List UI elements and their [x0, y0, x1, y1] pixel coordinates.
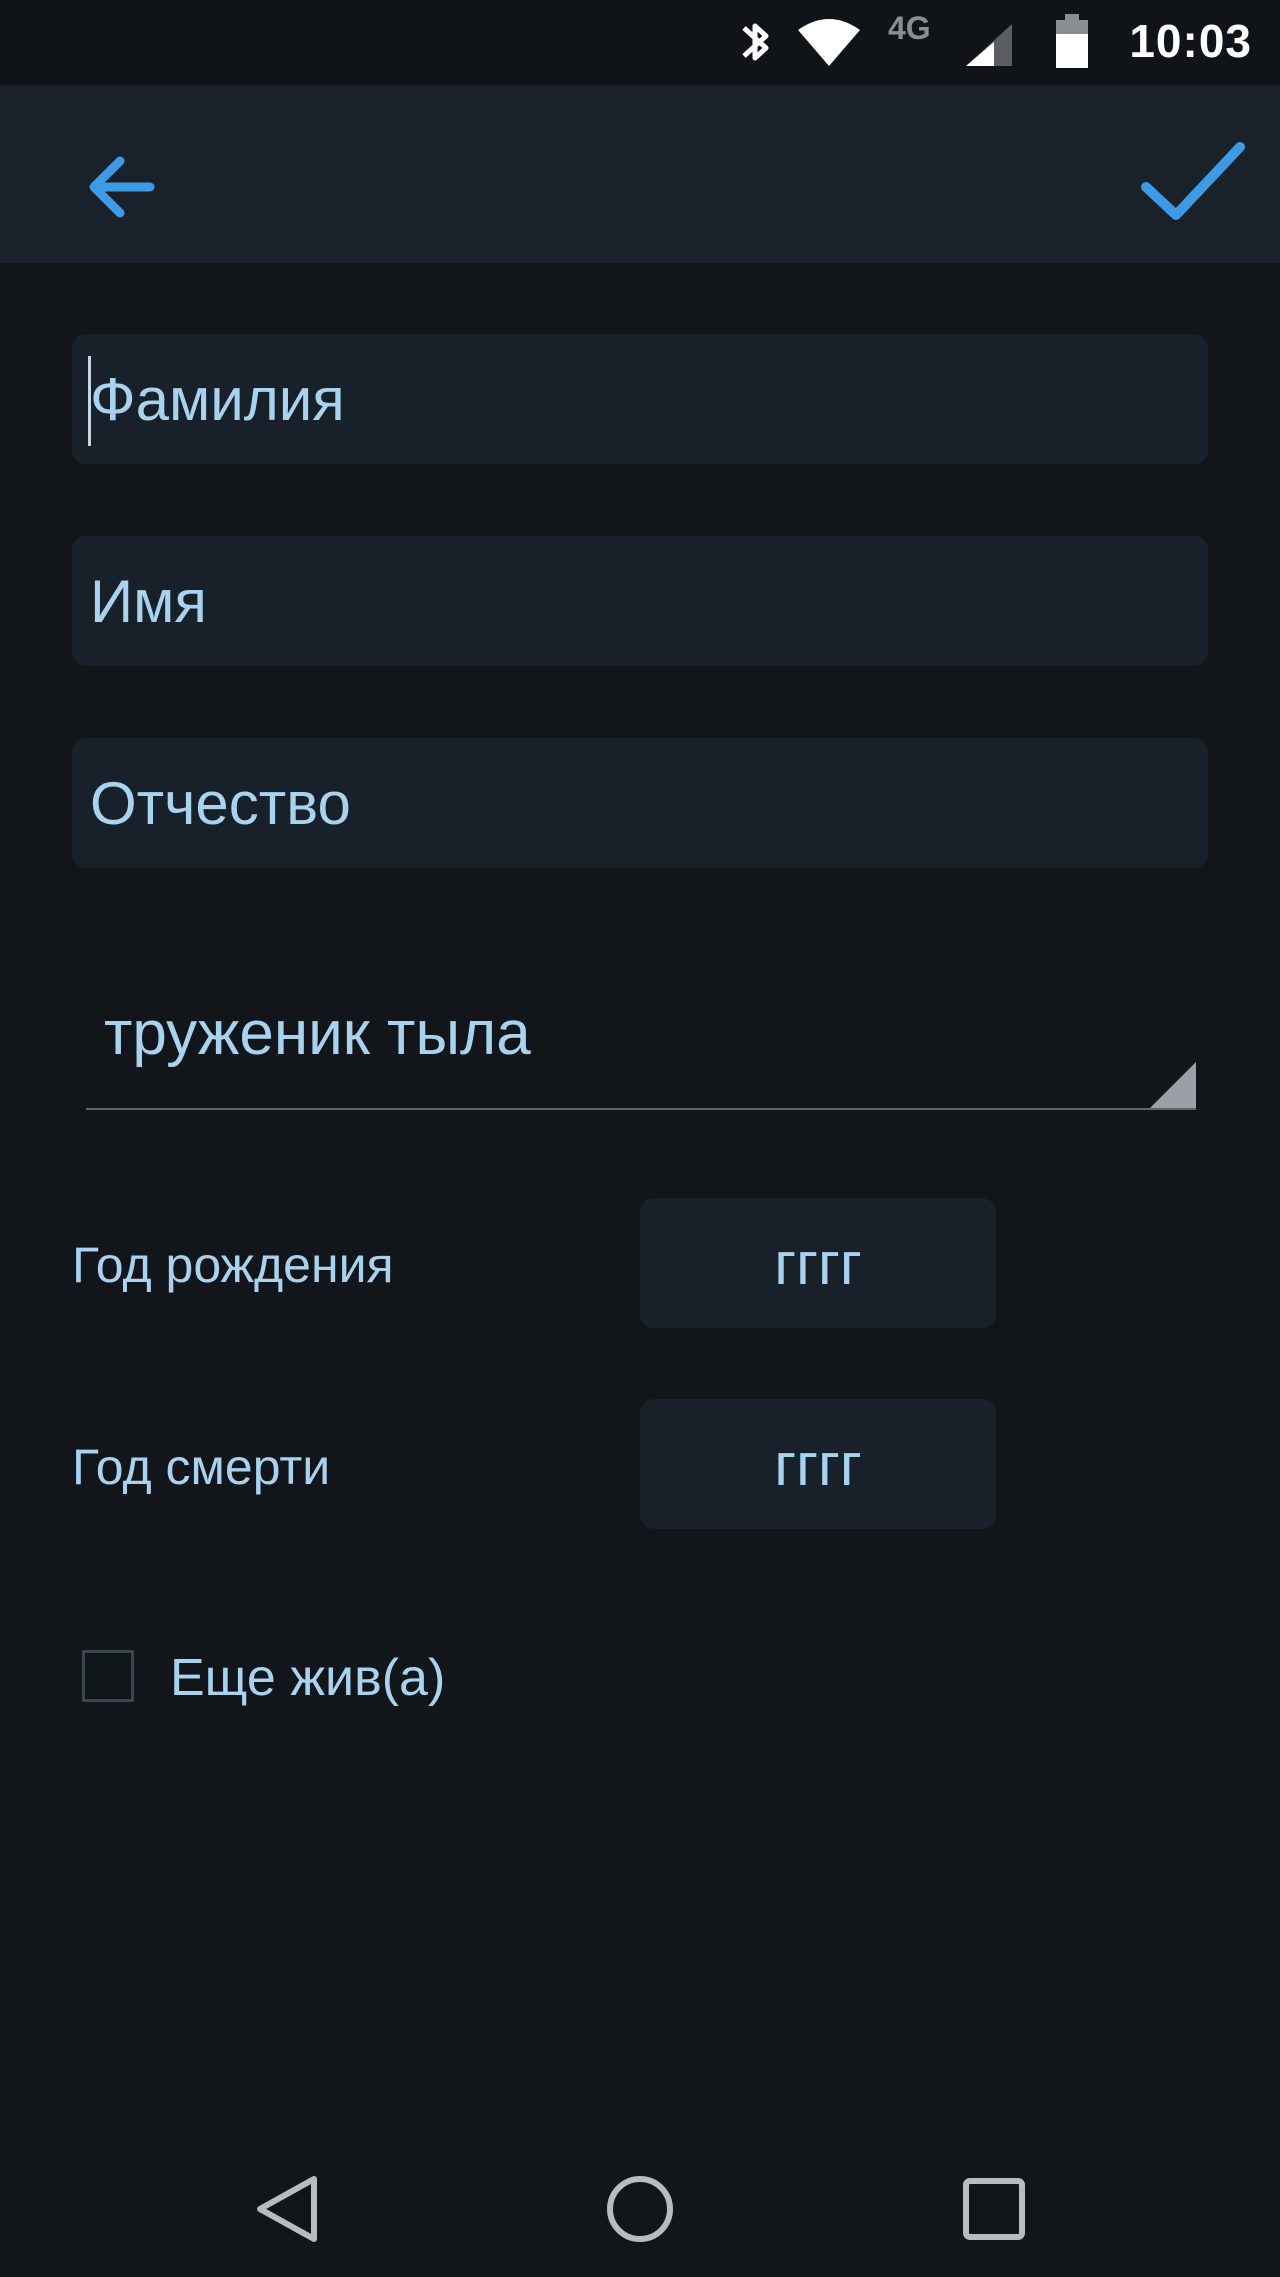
checkmark-icon [1141, 142, 1245, 220]
arrow-left-icon [89, 156, 155, 218]
back-button[interactable] [74, 139, 170, 235]
nav-back-button[interactable] [236, 2159, 336, 2259]
bluetooth-icon [742, 23, 769, 61]
surname-field-container [72, 334, 1208, 464]
birth-year-input[interactable] [640, 1198, 996, 1328]
death-year-input[interactable] [640, 1399, 996, 1529]
death-year-field-container [640, 1399, 996, 1529]
first-name-field-container [72, 536, 1208, 666]
network-type-label: 4G [888, 10, 931, 46]
home-circle-icon [607, 2176, 673, 2242]
toolbar [0, 85, 1280, 263]
nav-home-button[interactable] [590, 2159, 690, 2259]
first-name-input[interactable] [72, 536, 1208, 666]
death-year-label: Год смерти [72, 1439, 331, 1495]
dropdown-arrow-icon [1150, 1062, 1196, 1108]
birth-year-label: Год рождения [72, 1237, 394, 1293]
surname-input[interactable] [72, 334, 1208, 464]
still-alive-checkbox[interactable] [82, 1650, 134, 1702]
text-cursor [88, 356, 91, 446]
patronymic-field-container [72, 738, 1208, 868]
status-bar: 4G 10:03 [0, 0, 1280, 85]
system-nav-bar [0, 2137, 1280, 2277]
battery-icon [1056, 14, 1088, 68]
still-alive-label: Еще жив(а) [170, 1649, 446, 1707]
category-selected-value: труженик тыла [104, 999, 531, 1068]
dropdown-underline [86, 1108, 1196, 1110]
back-triangle-icon [257, 2176, 317, 2242]
signal-icon [966, 24, 1012, 66]
recents-square-icon [963, 2178, 1025, 2240]
wifi-icon [798, 19, 860, 66]
birth-year-field-container [640, 1198, 996, 1328]
clock: 10:03 [1129, 15, 1252, 67]
nav-recents-button[interactable] [944, 2159, 1044, 2259]
patronymic-input[interactable] [72, 738, 1208, 868]
category-dropdown[interactable]: труженик тыла [86, 980, 1196, 1110]
save-button[interactable] [1138, 135, 1250, 235]
